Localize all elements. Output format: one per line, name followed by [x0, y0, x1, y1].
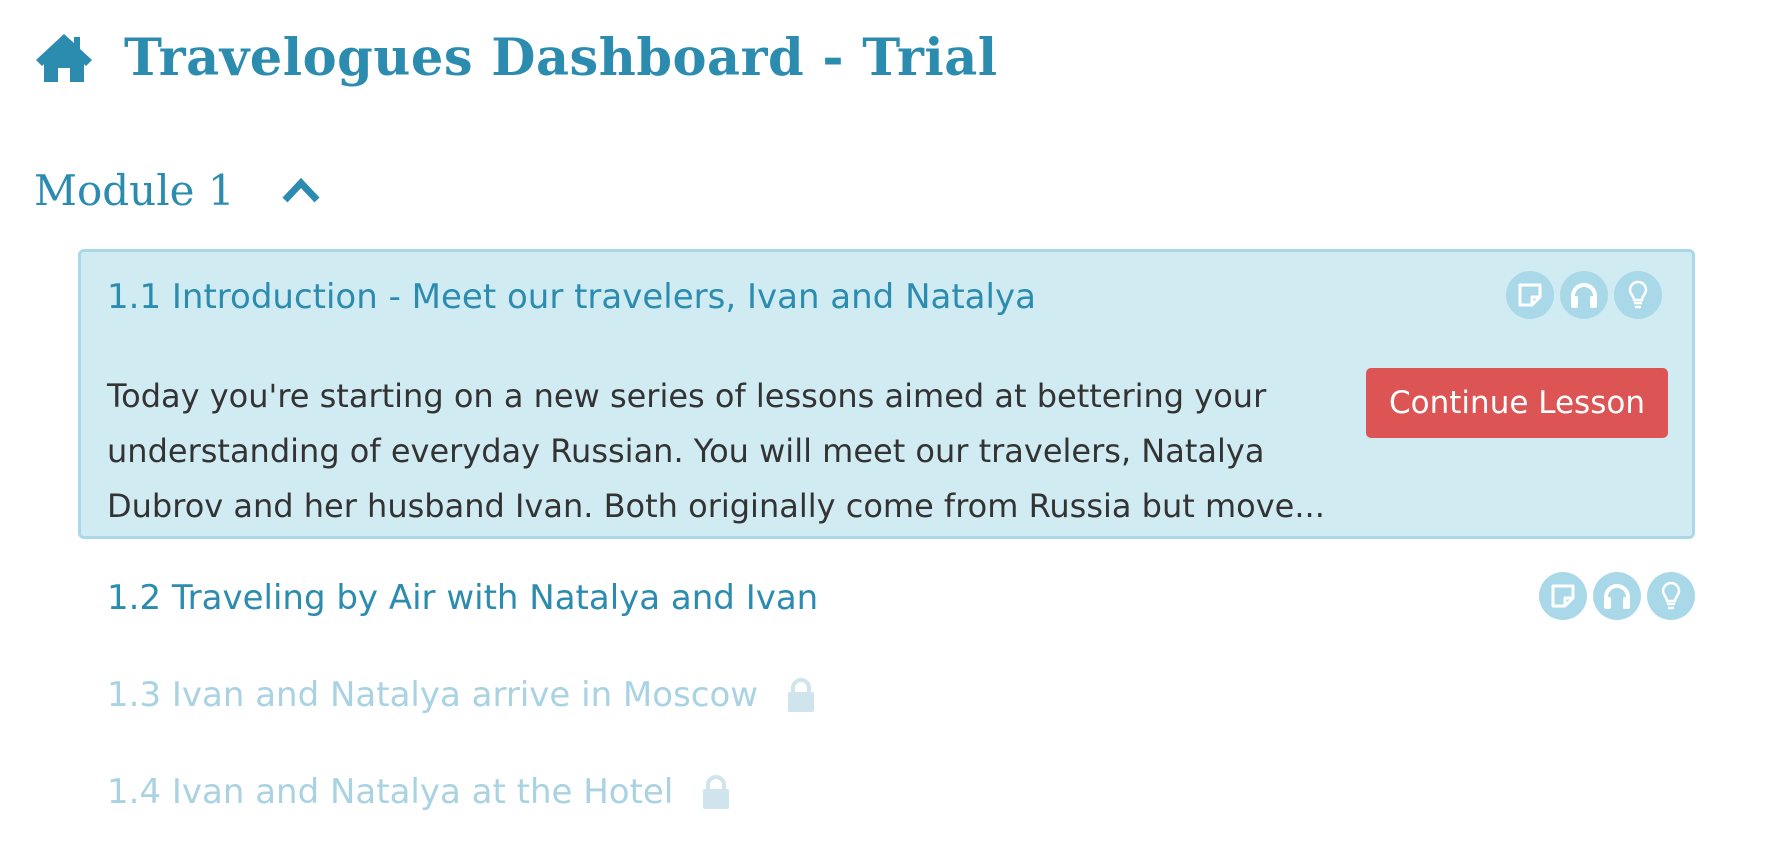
headphones-icon[interactable] — [1593, 572, 1641, 620]
lesson-title-1-3: 1.3 Ivan and Natalya arrive in Moscow — [107, 675, 759, 715]
home-icon[interactable] — [34, 32, 94, 84]
note-icon[interactable] — [1539, 572, 1587, 620]
chevron-up-icon[interactable] — [281, 176, 321, 204]
lesson-title-1-1[interactable]: 1.1 Introduction - Meet our travelers, I… — [107, 277, 1036, 317]
lesson-row-1-3: 1.3 Ivan and Natalya arrive in Moscow — [107, 675, 816, 715]
lesson-row-1-4: 1.4 Ivan and Natalya at the Hotel — [107, 772, 731, 812]
module-header[interactable]: Module 1 — [34, 162, 321, 218]
lesson-row-1-2[interactable]: 1.2 Traveling by Air with Natalya and Iv… — [107, 578, 818, 618]
lightbulb-icon[interactable] — [1647, 572, 1695, 620]
lock-icon — [786, 677, 816, 713]
lesson-title-1-2[interactable]: 1.2 Traveling by Air with Natalya and Iv… — [107, 578, 818, 618]
continue-lesson-button[interactable]: Continue Lesson — [1366, 368, 1668, 438]
lesson-description-1-1: Today you're starting on a new series of… — [107, 377, 1325, 525]
page-header: Travelogues Dashboard - Trial — [34, 22, 998, 94]
lesson-actions-1-2 — [1539, 572, 1695, 620]
lightbulb-icon[interactable] — [1614, 271, 1662, 319]
headphones-icon[interactable] — [1560, 271, 1608, 319]
lock-icon — [701, 774, 731, 810]
lesson-title-1-4: 1.4 Ivan and Natalya at the Hotel — [107, 772, 674, 812]
note-icon[interactable] — [1506, 271, 1554, 319]
module-title: Module 1 — [34, 165, 235, 215]
lesson-card-active: 1.1 Introduction - Meet our travelers, I… — [78, 249, 1695, 539]
page-title: Travelogues Dashboard - Trial — [124, 28, 998, 88]
lesson-actions-1-1 — [1506, 271, 1662, 319]
